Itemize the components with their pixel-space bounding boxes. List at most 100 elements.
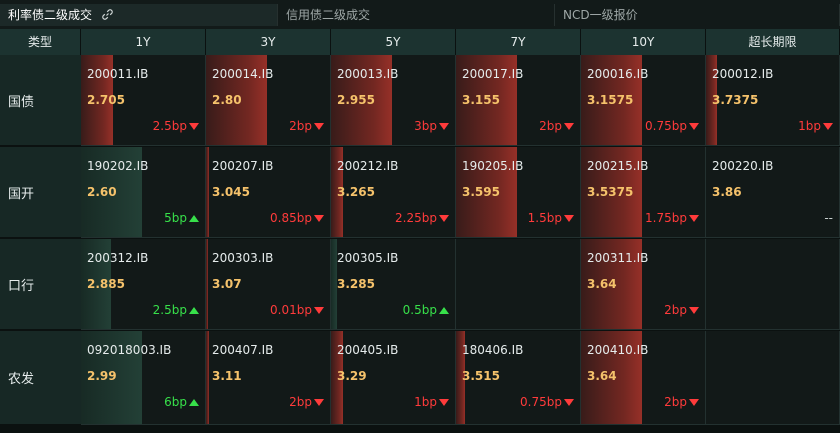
link-icon[interactable] (102, 5, 113, 27)
triangle-down-icon (689, 123, 699, 130)
bond-code: 200305.IB (337, 251, 399, 265)
bond-yield: 3.1575 (587, 93, 634, 107)
change-value: 2.25bp (395, 211, 437, 225)
change-value: 2.5bp (152, 119, 187, 133)
bond-cell[interactable]: 200215.IB 3.5375 1.75bp (581, 147, 706, 238)
bond-cell[interactable]: 190202.IB 2.60 5bp (81, 147, 206, 238)
bond-yield: 2.60 (87, 185, 117, 199)
triangle-down-icon (689, 215, 699, 222)
triangle-down-icon (564, 399, 574, 406)
bond-code: 200014.IB (212, 67, 274, 81)
bond-cell[interactable]: 200013.IB 2.955 3bp (331, 55, 456, 146)
yield-change: 0.75bp (645, 119, 699, 133)
tab-ncd-quotes[interactable]: NCD一级报价 (555, 4, 840, 26)
yield-change: 0.5bp (403, 303, 449, 317)
change-value: 0.75bp (645, 119, 687, 133)
row-label: 国开 (0, 147, 81, 238)
triangle-up-icon (189, 307, 199, 314)
yield-change: 5bp (164, 211, 199, 225)
tab-rate-bonds[interactable]: 利率债二级成交 (0, 4, 278, 26)
change-value: 2bp (664, 395, 687, 409)
bond-yield: 3.5375 (587, 185, 634, 199)
bond-cell[interactable]: 092018003.IB 2.99 6bp (81, 331, 206, 425)
bond-yield: 3.86 (712, 185, 742, 199)
bond-cell[interactable]: 200207.IB 3.045 0.85bp (206, 147, 331, 238)
bond-cell[interactable]: 200311.IB 3.64 2bp (581, 239, 706, 330)
bond-cell[interactable]: 200017.IB 3.155 2bp (456, 55, 581, 146)
bond-cell[interactable]: 200016.IB 3.1575 0.75bp (581, 55, 706, 146)
bond-yield: 2.80 (212, 93, 242, 107)
change-value: 5bp (164, 211, 187, 225)
triangle-down-icon (314, 307, 324, 314)
header-tenor: 7Y (456, 29, 581, 55)
bond-cell[interactable]: 200405.IB 3.29 1bp (331, 331, 456, 425)
bond-cell[interactable]: 200011.IB 2.705 2.5bp (81, 55, 206, 146)
triangle-down-icon (189, 123, 199, 130)
bond-cell[interactable]: 200407.IB 3.11 2bp (206, 331, 331, 425)
bond-yield: 3.045 (212, 185, 250, 199)
bond-code: 200011.IB (87, 67, 149, 81)
change-value: 1.75bp (645, 211, 687, 225)
bond-cell[interactable]: 200305.IB 3.285 0.5bp (331, 239, 456, 330)
yield-change: 3bp (414, 119, 449, 133)
tab-credit-bonds[interactable]: 信用债二级成交 (278, 4, 555, 26)
change-value: 1bp (414, 395, 437, 409)
triangle-down-icon (689, 399, 699, 406)
yield-change: 2bp (664, 303, 699, 317)
empty-cell (706, 239, 840, 330)
yield-change: 2.5bp (153, 303, 199, 317)
bond-code: 200407.IB (212, 343, 274, 357)
change-value: 0.75bp (520, 395, 562, 409)
triangle-down-icon (314, 399, 324, 406)
tab-bar: 利率债二级成交 信用债二级成交 NCD一级报价 (0, 0, 840, 29)
bond-code: 200215.IB (587, 159, 649, 173)
row-label: 国债 (0, 55, 81, 146)
bond-yield: 3.595 (462, 185, 500, 199)
bond-yield: 2.885 (87, 277, 125, 291)
yield-change: 1.75bp (645, 211, 699, 225)
bond-yield: 3.515 (462, 369, 500, 383)
bond-code: 200303.IB (212, 251, 274, 265)
change-value: 2bp (289, 119, 312, 133)
yield-change: 6bp (164, 395, 199, 409)
yield-change: 2bp (664, 395, 699, 409)
bond-cell[interactable]: 180406.IB 3.515 0.75bp (456, 331, 581, 425)
triangle-down-icon (439, 123, 449, 130)
yield-change: 2.5bp (153, 119, 199, 133)
bond-code: 200212.IB (337, 159, 399, 173)
bond-yield: 3.155 (462, 93, 500, 107)
change-value: 2bp (539, 119, 562, 133)
bond-cell[interactable]: 200312.IB 2.885 2.5bp (81, 239, 206, 330)
bond-yield: 3.265 (337, 185, 375, 199)
bond-code: 200220.IB (712, 159, 774, 173)
bond-cell[interactable]: 200410.IB 3.64 2bp (581, 331, 706, 425)
bond-cell[interactable]: 200212.IB 3.265 2.25bp (331, 147, 456, 238)
yield-change: 0.85bp (270, 211, 324, 225)
bond-code: 200311.IB (587, 251, 649, 265)
bond-yield: 3.29 (337, 369, 367, 383)
bond-cell[interactable]: 200014.IB 2.80 2bp (206, 55, 331, 146)
change-value: 0.85bp (270, 211, 312, 225)
bond-code: 200016.IB (587, 67, 649, 81)
bond-yield: 2.99 (87, 369, 117, 383)
triangle-up-icon (189, 399, 199, 406)
yield-change: 1bp (414, 395, 449, 409)
bond-cell[interactable]: 190205.IB 3.595 1.5bp (456, 147, 581, 238)
bond-yield: 3.285 (337, 277, 375, 291)
bond-cell[interactable]: 200012.IB 3.7375 1bp (706, 55, 840, 146)
change-value: 6bp (164, 395, 187, 409)
header-tenor: 超长期限 (706, 29, 840, 55)
tab-label: 信用债二级成交 (286, 8, 371, 22)
change-bar (206, 147, 209, 237)
bond-code: 200312.IB (87, 251, 149, 265)
change-value: 2bp (664, 303, 687, 317)
change-bar (206, 331, 209, 424)
header-tenor: 1Y (81, 29, 206, 55)
row-label: 农发 (0, 331, 81, 425)
bond-cell[interactable]: 200303.IB 3.07 0.01bp (206, 239, 331, 330)
bond-cell[interactable]: 200220.IB 3.86 -- (706, 147, 840, 238)
bond-yield: 3.7375 (712, 93, 759, 107)
triangle-up-icon (439, 307, 449, 314)
change-value: 2bp (289, 395, 312, 409)
bond-code: 200013.IB (337, 67, 399, 81)
